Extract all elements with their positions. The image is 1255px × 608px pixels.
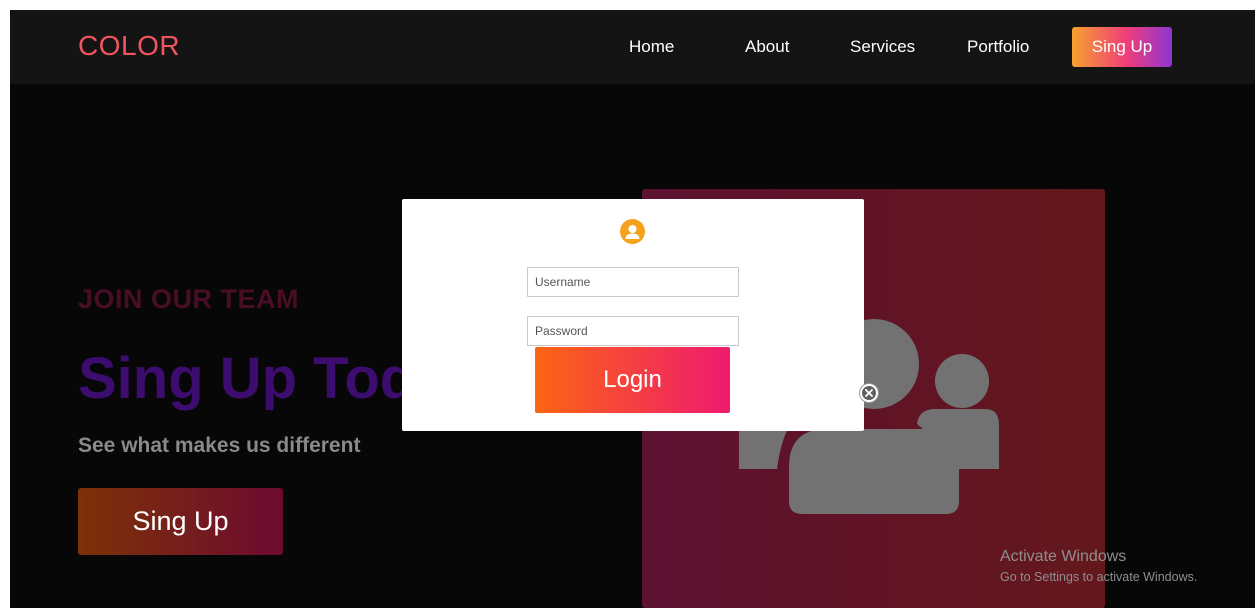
hero-signup-button[interactable]: Sing Up [78,488,283,555]
login-modal: Login [402,199,878,431]
user-icon [620,219,645,244]
activate-windows-subtitle: Go to Settings to activate Windows. [1000,570,1198,584]
login-button[interactable]: Login [535,347,730,413]
site-header: COLOR Home About Services Portfolio Sing… [10,10,1255,84]
activate-windows-title: Activate Windows [1000,548,1127,565]
username-input[interactable] [527,267,739,297]
close-icon[interactable] [860,384,878,402]
nav-portfolio[interactable]: Portfolio [967,37,1029,57]
header-signup-button[interactable]: Sing Up [1072,27,1172,67]
password-input[interactable] [527,316,739,346]
page-frame: COLOR Home About Services Portfolio Sing… [10,10,1255,608]
nav-about[interactable]: About [745,37,789,57]
nav-home[interactable]: Home [629,37,674,57]
site-logo[interactable]: COLOR [78,30,180,62]
nav-services[interactable]: Services [850,37,915,57]
hero-eyebrow: JOIN OUR TEAM [78,284,300,314]
hero-subtitle: See what makes us different [78,434,361,457]
